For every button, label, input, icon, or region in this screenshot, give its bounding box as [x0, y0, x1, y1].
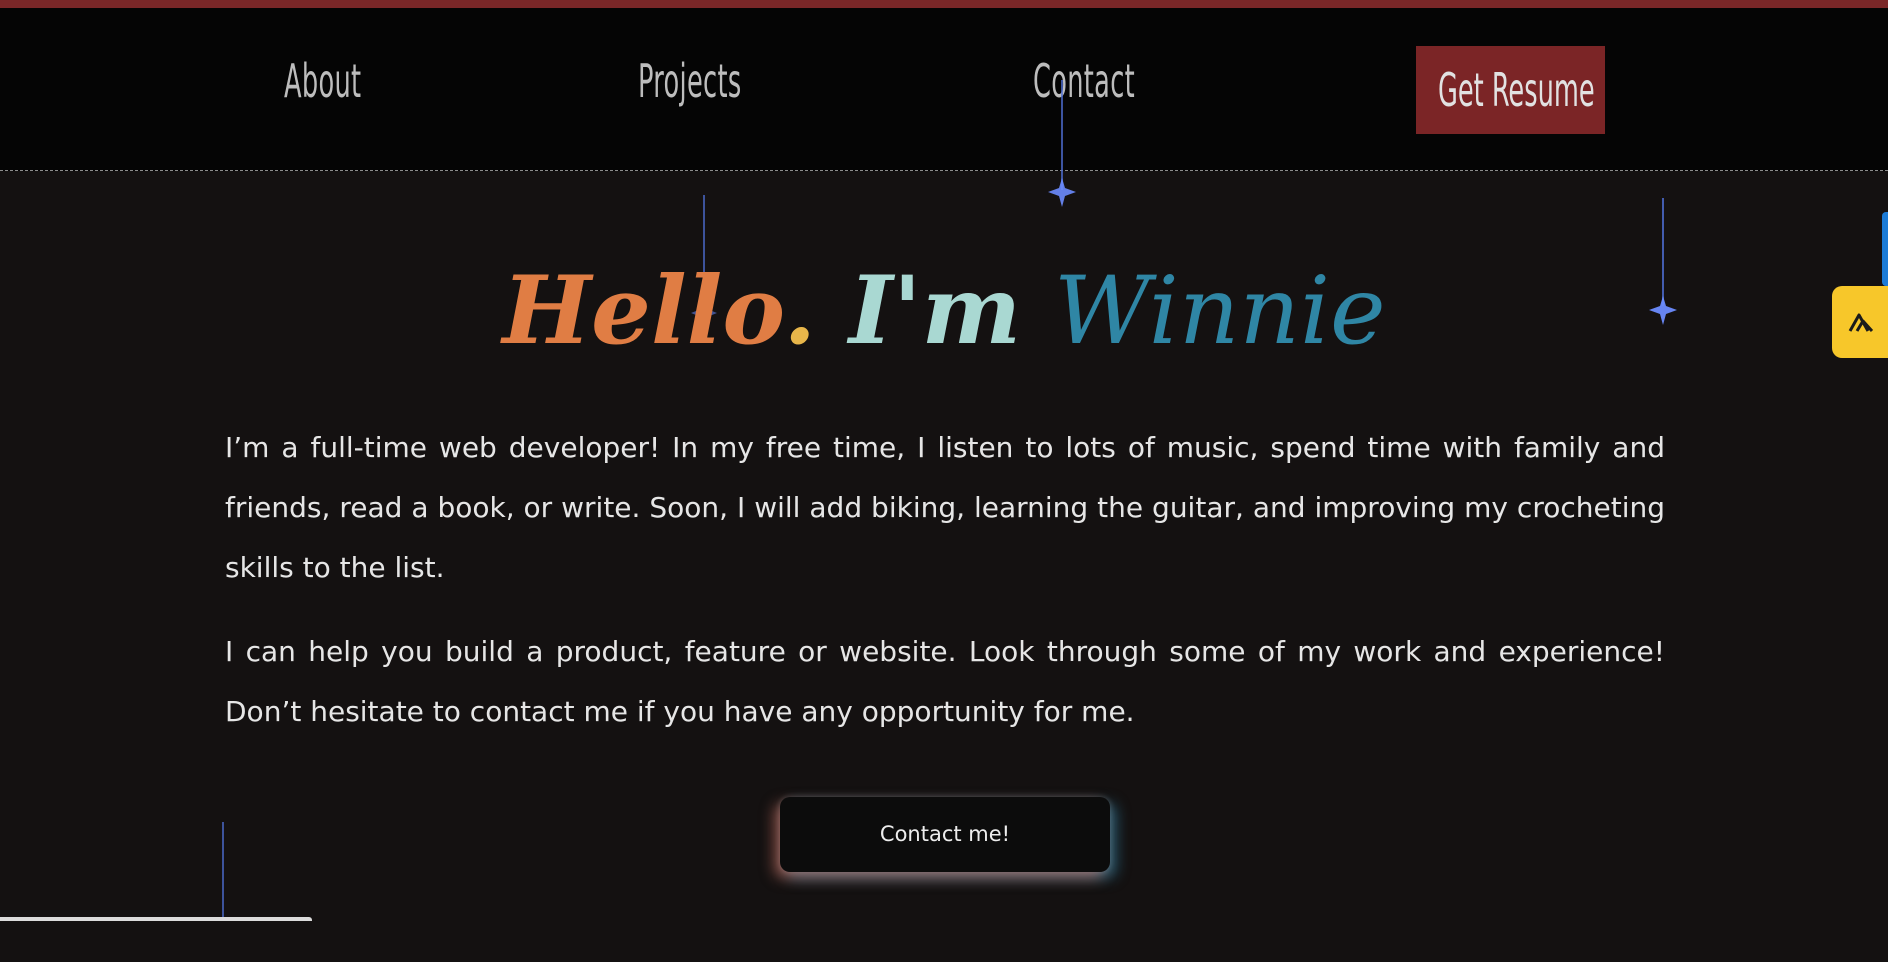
side-tab-blue[interactable] [1882, 212, 1888, 286]
hero-heading: Hello. I'm Winnie [0, 264, 1888, 359]
nav-link-projects[interactable]: Projects [638, 58, 742, 104]
contact-me-label: Contact me! [879, 822, 1011, 846]
navbar: About Projects Contact Get Resume [0, 8, 1888, 171]
hero-im: I'm [848, 256, 1022, 366]
side-widget-button[interactable] [1832, 286, 1888, 358]
hero-dot: . [783, 256, 817, 366]
bio-paragraph-1: I’m a full-time web developer! In my fre… [225, 431, 1665, 584]
shooting-star-icon [222, 822, 224, 921]
bio-paragraph-2: I can help you build a product, feature … [225, 635, 1665, 728]
stacked-triangles-icon [1848, 313, 1874, 333]
nav-link-about[interactable]: About [284, 58, 361, 104]
bottom-bar [0, 917, 312, 921]
contact-me-button[interactable]: Contact me! [780, 797, 1110, 872]
hero-name: Winnie [1053, 257, 1386, 366]
get-resume-button[interactable]: Get Resume [1416, 46, 1605, 134]
nav-link-contact[interactable]: Contact [1033, 58, 1135, 104]
top-accent-strip [0, 0, 1888, 8]
get-resume-label: Get Resume [1438, 63, 1595, 117]
hero-hello: Hello [502, 256, 784, 366]
